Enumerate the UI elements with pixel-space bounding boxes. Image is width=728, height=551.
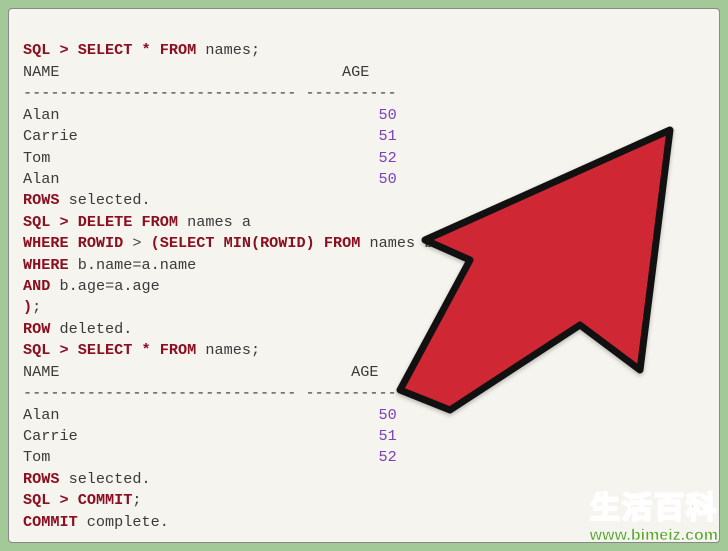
alias-a: a xyxy=(242,213,251,231)
kw-rowid: ROWID xyxy=(78,234,124,252)
sql-terminal: SQL > SELECT * FROM names; NAME AGE ----… xyxy=(8,8,720,543)
kw-from: FROM xyxy=(324,234,360,252)
col-age: AGE xyxy=(342,63,369,81)
cell-name: Alan xyxy=(23,406,59,424)
kw-star: * xyxy=(142,341,151,359)
alias-a: a xyxy=(142,256,151,274)
ident-name: name xyxy=(160,256,196,274)
punct-semi: ; xyxy=(32,298,41,316)
cell-name: Tom xyxy=(23,448,50,466)
kw-from: FROM xyxy=(142,213,178,231)
cell-age: 51 xyxy=(378,427,396,445)
cell-age: 52 xyxy=(378,149,396,167)
cell-name: Tom xyxy=(23,149,50,167)
msg-selected: selected. xyxy=(59,470,150,488)
kw-delete: DELETE xyxy=(78,213,133,231)
op-gt: > xyxy=(132,234,141,252)
cell-name: Alan xyxy=(23,170,59,188)
cell-pad xyxy=(50,448,378,466)
punct-lparen: ( xyxy=(151,234,160,252)
ident-names: names xyxy=(205,41,251,59)
header-dashes: ------------------------------ ---------… xyxy=(23,384,397,402)
cell-age: 51 xyxy=(378,127,396,145)
header-dashes: ------------------------------ ---------… xyxy=(23,84,397,102)
kw-select: SELECT xyxy=(78,341,133,359)
ident-names: names xyxy=(187,213,233,231)
kw-where: WHERE xyxy=(23,234,69,252)
kw-from: FROM xyxy=(160,41,196,59)
kw-and: AND xyxy=(23,277,50,295)
punct-dot: . xyxy=(87,256,96,274)
punct-lparen: ( xyxy=(251,234,260,252)
cell-name: Carrie xyxy=(23,127,78,145)
kw-min: MIN xyxy=(224,234,251,252)
punct-rparen: ) xyxy=(306,234,315,252)
cell-name: Alan xyxy=(23,106,59,124)
spacer xyxy=(59,63,342,81)
punct-dot: . xyxy=(69,277,78,295)
cell-pad xyxy=(59,170,378,188)
col-age: AGE xyxy=(351,363,378,381)
msg-selected: selected. xyxy=(59,191,150,209)
cell-pad xyxy=(59,406,378,424)
kw-row: ROW xyxy=(23,320,50,338)
prompt-gt: > xyxy=(59,41,68,59)
ident-names: names xyxy=(205,341,251,359)
kw-rowid: ROWID xyxy=(260,234,306,252)
cell-age: 50 xyxy=(378,106,396,124)
cell-pad xyxy=(59,106,378,124)
punct-semi: ; xyxy=(251,41,260,59)
alias-a: a xyxy=(114,277,123,295)
kw-commit: COMMIT xyxy=(23,513,78,531)
ident-names: names xyxy=(369,234,415,252)
kw-select: SELECT xyxy=(78,41,133,59)
kw-rows: ROWS xyxy=(23,191,59,209)
col-name: NAME xyxy=(23,63,59,81)
punct-semi: ; xyxy=(251,341,260,359)
kw-from: FROM xyxy=(160,341,196,359)
cell-age: 50 xyxy=(378,170,396,188)
op-eq: = xyxy=(132,256,141,274)
kw-where: WHERE xyxy=(23,256,69,274)
punct-semi: ; xyxy=(132,491,141,509)
msg-deleted: deleted. xyxy=(50,320,132,338)
ident-age: age xyxy=(132,277,159,295)
punct-dot: . xyxy=(151,256,160,274)
cell-pad xyxy=(78,427,379,445)
kw-star: * xyxy=(142,41,151,59)
sql-prompt: SQL xyxy=(23,341,50,359)
sql-prompt: SQL xyxy=(23,491,50,509)
prompt-gt: > xyxy=(59,341,68,359)
cell-age: 50 xyxy=(378,406,396,424)
punct-rparen: ) xyxy=(23,298,32,316)
cell-pad xyxy=(78,127,379,145)
kw-rows: ROWS xyxy=(23,470,59,488)
op-eq: = xyxy=(105,277,114,295)
col-name: NAME xyxy=(23,363,59,381)
alias-b: b xyxy=(424,234,433,252)
cell-name: Carrie xyxy=(23,427,78,445)
kw-commit: COMMIT xyxy=(78,491,133,509)
cell-age: 52 xyxy=(378,448,396,466)
msg-complete: complete. xyxy=(78,513,169,531)
spacer xyxy=(59,363,351,381)
ident-name: name xyxy=(96,256,132,274)
sql-prompt: SQL xyxy=(23,213,50,231)
sql-prompt: SQL xyxy=(23,41,50,59)
prompt-gt: > xyxy=(59,213,68,231)
cell-pad xyxy=(50,149,378,167)
kw-select: SELECT xyxy=(160,234,215,252)
ident-age: age xyxy=(78,277,105,295)
alias-b: b xyxy=(78,256,87,274)
prompt-gt: > xyxy=(59,491,68,509)
alias-b: b xyxy=(59,277,68,295)
